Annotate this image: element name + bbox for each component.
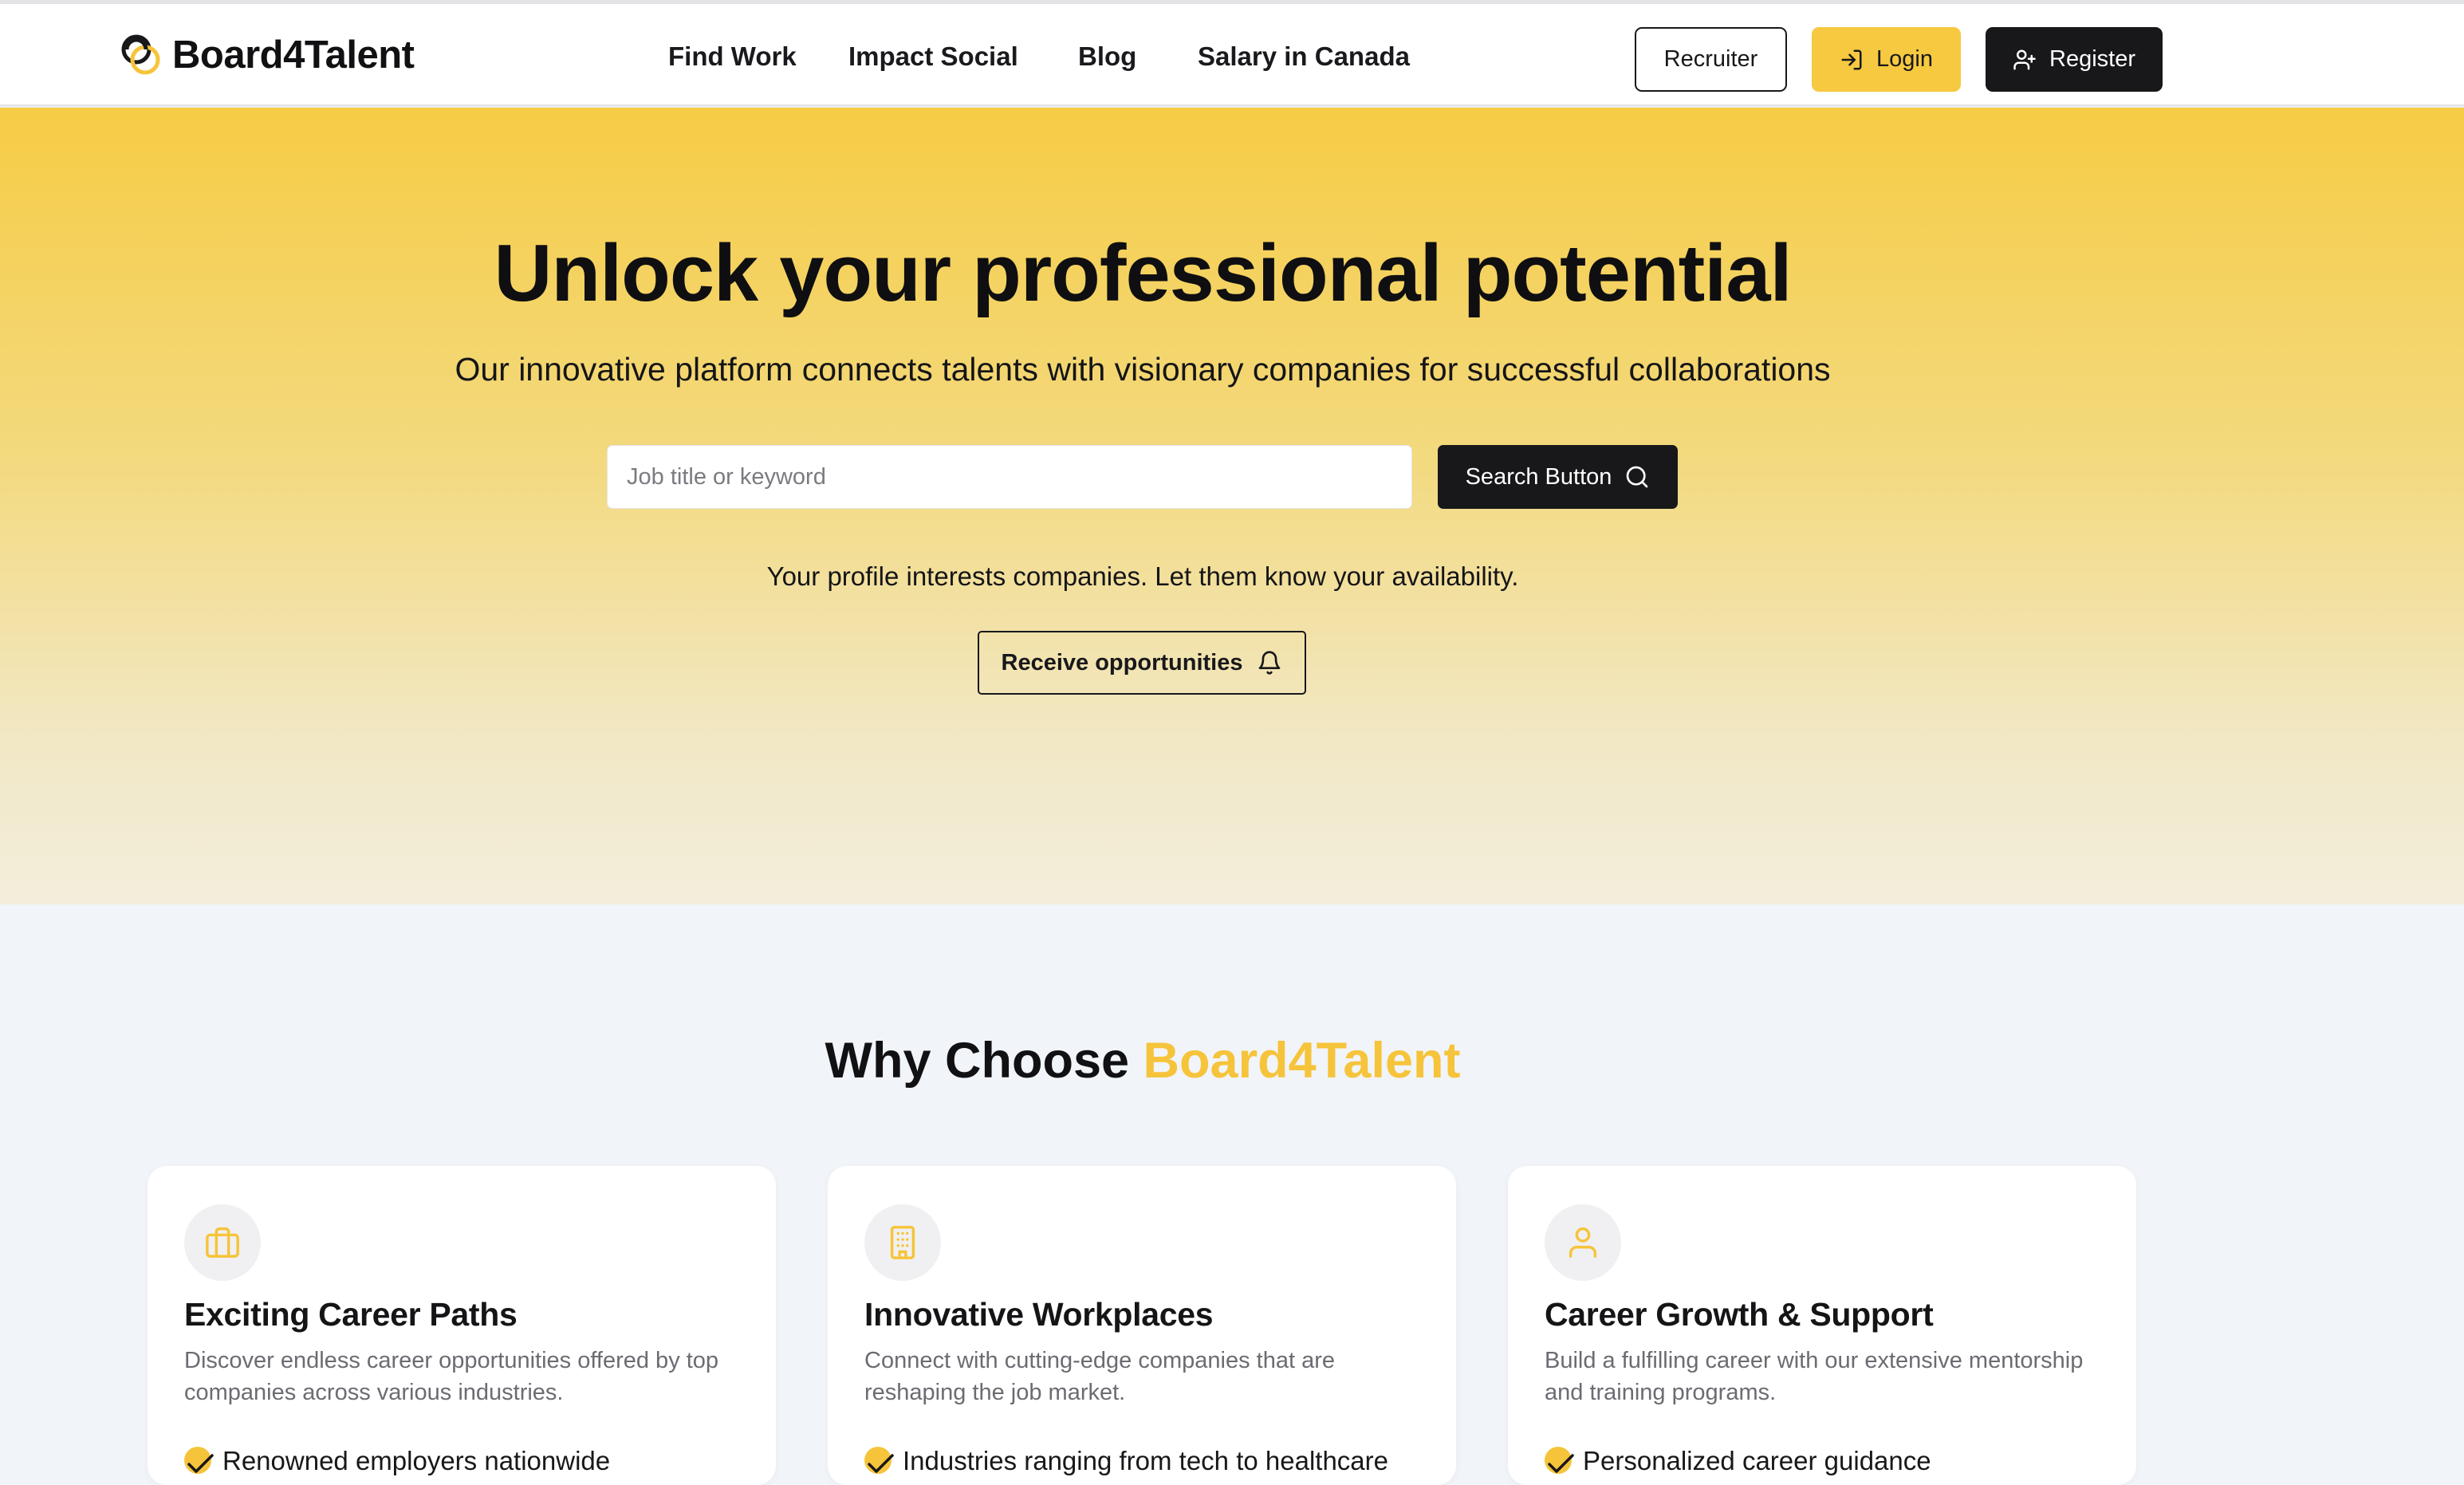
register-button[interactable]: Register xyxy=(1986,27,2163,92)
feature-card-career-growth: Career Growth & Support Build a fulfilli… xyxy=(1508,1166,2136,1485)
nav-impact-social[interactable]: Impact Social xyxy=(848,41,1018,73)
nav-salary-in-canada[interactable]: Salary in Canada xyxy=(1198,41,1410,73)
receive-opportunities-label: Receive opportunities xyxy=(1001,649,1243,676)
card-title: Exciting Career Paths xyxy=(184,1296,518,1333)
card-icon-badge xyxy=(864,1204,941,1281)
check-icon xyxy=(864,1447,894,1475)
search-icon xyxy=(1627,466,1648,488)
card-description: Discover endless career opportunities of… xyxy=(184,1348,719,1405)
recruiter-button[interactable]: Recruiter xyxy=(1635,27,1787,92)
card-bullet-text: Industries ranging from tech to healthca… xyxy=(903,1446,1389,1475)
card-icon-badge xyxy=(184,1204,261,1281)
why-choose-title-accent: Board4Talent xyxy=(1143,1033,1461,1089)
feature-card-career-paths: Exciting Career Paths Discover endless c… xyxy=(148,1166,776,1485)
brand-name: Board4Talent xyxy=(172,33,415,77)
card-title: Career Growth & Support xyxy=(1545,1296,1934,1333)
nav-blog[interactable]: Blog xyxy=(1078,41,1136,73)
logo-rings-icon xyxy=(121,34,160,75)
card-description: Connect with cutting-edge companies that… xyxy=(864,1348,1336,1405)
user-plus-icon xyxy=(2013,49,2036,69)
login-button-label: Login xyxy=(1876,46,1933,72)
availability-note: Your profile interests companies. Let th… xyxy=(766,561,1519,591)
card-title: Innovative Workplaces xyxy=(864,1296,1214,1333)
hero-section: Unlock your professional potential Our i… xyxy=(0,108,2464,904)
bell-icon xyxy=(1259,651,1281,675)
recruiter-button-label: Recruiter xyxy=(1663,46,1758,72)
search-button[interactable]: Search Button xyxy=(1438,445,1678,509)
card-bullet: Renowned employers nationwide xyxy=(184,1445,610,1477)
building-icon xyxy=(890,1226,915,1259)
receive-opportunities-button[interactable]: Receive opportunities xyxy=(978,631,1306,695)
card-description: Build a fulfilling career with our exten… xyxy=(1545,1348,2084,1405)
nav-find-work[interactable]: Find Work xyxy=(668,41,797,73)
check-icon xyxy=(1545,1447,1574,1475)
search-button-label: Search Button xyxy=(1465,463,1612,490)
card-bullet-text: Personalized career guidance xyxy=(1583,1446,1931,1475)
hero-subtitle: Our innovative platform connects talents… xyxy=(455,351,1831,388)
card-bullet: Industries ranging from tech to healthca… xyxy=(864,1445,1388,1477)
why-choose-title: Why Choose Board4Talent xyxy=(0,1029,2285,1093)
login-icon xyxy=(1841,49,1862,69)
why-choose-title-prefix: Why Choose xyxy=(825,1033,1143,1089)
hero-title: Unlock your professional potential xyxy=(494,229,1792,318)
card-bullet: Personalized career guidance xyxy=(1545,1445,1931,1477)
login-button[interactable]: Login xyxy=(1812,27,1961,92)
register-button-label: Register xyxy=(2049,46,2135,72)
user-icon xyxy=(1569,1227,1597,1258)
brand-logo[interactable]: Board4Talent xyxy=(120,31,415,79)
feature-card-workplaces: Innovative Workplaces Connect with cutti… xyxy=(828,1166,1456,1485)
briefcase-icon xyxy=(206,1227,239,1258)
check-icon xyxy=(184,1447,214,1475)
search-input[interactable] xyxy=(607,445,1412,509)
card-bullet-text: Renowned employers nationwide xyxy=(222,1446,611,1475)
card-icon-badge xyxy=(1545,1204,1621,1281)
site-header: Board4Talent Find Work Impact Social Blo… xyxy=(0,4,2464,106)
